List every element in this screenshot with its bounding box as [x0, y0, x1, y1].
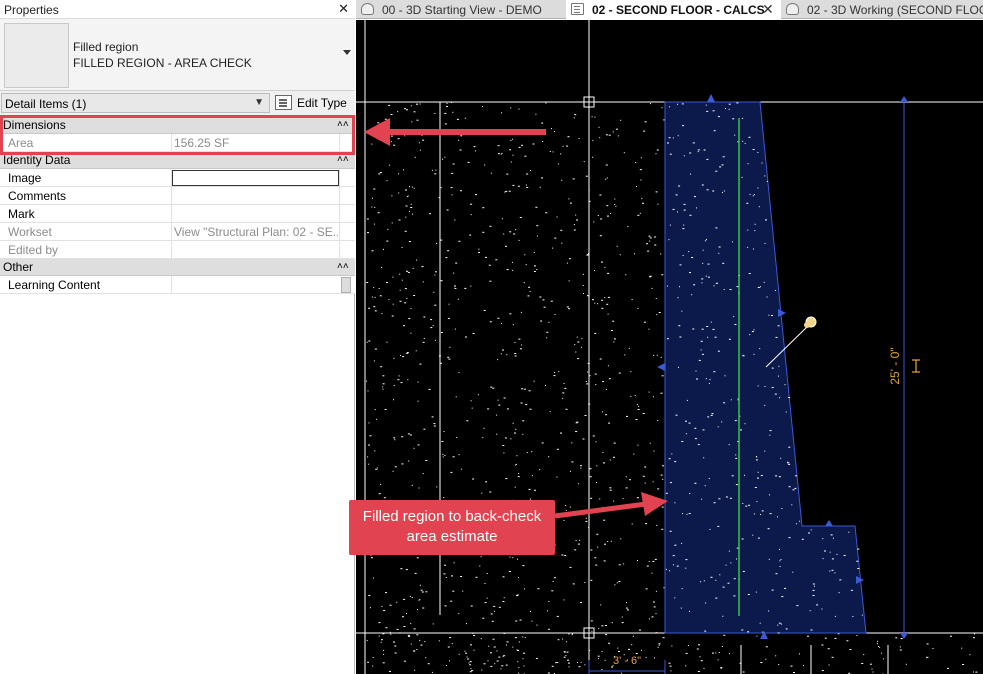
tab-second-floor-calcs[interactable]: 02 - SECOND FLOOR - CALCS ✕ — [566, 0, 781, 19]
scrollbar-track[interactable] — [339, 241, 352, 259]
workset-value: View "Structural Plan: 02 - SE... — [174, 225, 338, 239]
properties-palette: Properties ✕ Filled region FILLED REGION… — [0, 0, 355, 674]
chevron-down-icon[interactable]: ▼ — [254, 97, 264, 108]
scrollbar-track[interactable] — [339, 169, 352, 187]
comments-label: Comments — [8, 189, 67, 203]
collapse-icon[interactable]: ˄˄ — [337, 259, 349, 275]
tag-icon — [804, 316, 817, 328]
shape-handle-step — [825, 520, 833, 526]
row-learning-content: Learning Content — [0, 276, 355, 294]
column-divider — [171, 241, 172, 259]
type-name: FILLED REGION - AREA CHECK — [73, 56, 252, 70]
selector-row: Detail Items (1) ▼ Edit Type — [0, 91, 355, 116]
plan-view-icon — [571, 3, 584, 15]
group-label: Identity Data — [3, 153, 71, 167]
column-divider — [171, 205, 172, 223]
column-divider — [171, 276, 172, 294]
mark-label: Mark — [8, 207, 35, 221]
callout-arrow-head — [641, 492, 668, 516]
tab-label: 00 - 3D Starting View - DEMO — [382, 3, 542, 17]
row-image: Image — [0, 169, 355, 187]
3d-view-icon — [361, 3, 374, 15]
scrollbar-thumb[interactable] — [341, 277, 351, 293]
edited-by-label: Edited by — [8, 243, 59, 257]
group-label: Other — [3, 260, 34, 274]
plan-drawing: 25' - 0" 3' - 6" — [356, 20, 983, 674]
type-family-name: Filled region — [73, 40, 139, 54]
pointer-arrow-head — [364, 118, 390, 146]
highlight-box — [0, 115, 355, 155]
group-other[interactable]: Other ˄˄ — [0, 259, 355, 276]
type-preview-thumbnail — [4, 23, 69, 88]
tab-label: 02 - 3D Working (SECOND FLOOR — [807, 3, 983, 17]
close-icon[interactable]: ✕ — [338, 1, 349, 17]
edit-type-label: Edit Type — [297, 96, 347, 110]
image-input[interactable] — [172, 170, 339, 186]
scrollbar-track[interactable] — [339, 187, 352, 205]
dimension-lock-icon — [912, 359, 920, 373]
dimension-arrow — [900, 96, 908, 102]
dropdown-arrow-icon[interactable] — [343, 50, 351, 55]
workset-label: Workset — [8, 225, 52, 239]
instance-filter-dropdown[interactable]: Detail Items (1) ▼ — [1, 93, 270, 113]
tab-3d-starting-view[interactable]: 00 - 3D Starting View - DEMO — [356, 0, 566, 19]
learning-content-label: Learning Content — [8, 278, 101, 292]
tab-3d-working[interactable]: 02 - 3D Working (SECOND FLOOR — [781, 0, 983, 19]
shape-handle-top — [707, 94, 715, 102]
type-selector[interactable]: Filled region FILLED REGION - AREA CHECK — [0, 19, 355, 91]
shape-handle-right — [778, 309, 786, 317]
row-mark: Mark — [0, 205, 355, 223]
tab-label: 02 - SECOND FLOOR - CALCS — [592, 3, 765, 17]
dimension-text-horizontal: 3' - 6" — [613, 655, 641, 667]
3d-view-icon — [786, 3, 799, 15]
instance-filter-label: Detail Items (1) — [5, 97, 87, 111]
edit-type-button[interactable]: Edit Type — [273, 93, 353, 113]
callout-arrow-shaft — [554, 501, 647, 519]
image-label: Image — [8, 171, 42, 185]
dimension-text-vertical: 25' - 0" — [888, 347, 902, 384]
view-tabs: 00 - 3D Starting View - DEMO 02 - SECOND… — [356, 0, 983, 19]
close-tab-icon[interactable]: ✕ — [762, 1, 774, 18]
row-workset: Workset View "Structural Plan: 02 - SE..… — [0, 223, 355, 241]
shape-handle-left — [657, 363, 665, 371]
row-comments: Comments — [0, 187, 355, 205]
scrollbar-track[interactable] — [339, 223, 352, 241]
row-edited-by: Edited by — [0, 241, 355, 259]
filled-region — [664, 101, 867, 634]
properties-header: Properties ✕ — [0, 0, 355, 19]
edit-type-icon — [275, 95, 292, 110]
properties-title: Properties — [4, 3, 59, 17]
column-divider — [171, 187, 172, 205]
column-divider — [171, 223, 172, 241]
drawing-canvas[interactable]: 25' - 0" 3' - 6" — [356, 20, 983, 674]
scrollbar-track[interactable] — [339, 205, 352, 223]
annotation-callout: Filled region to back-check area estimat… — [349, 500, 555, 555]
